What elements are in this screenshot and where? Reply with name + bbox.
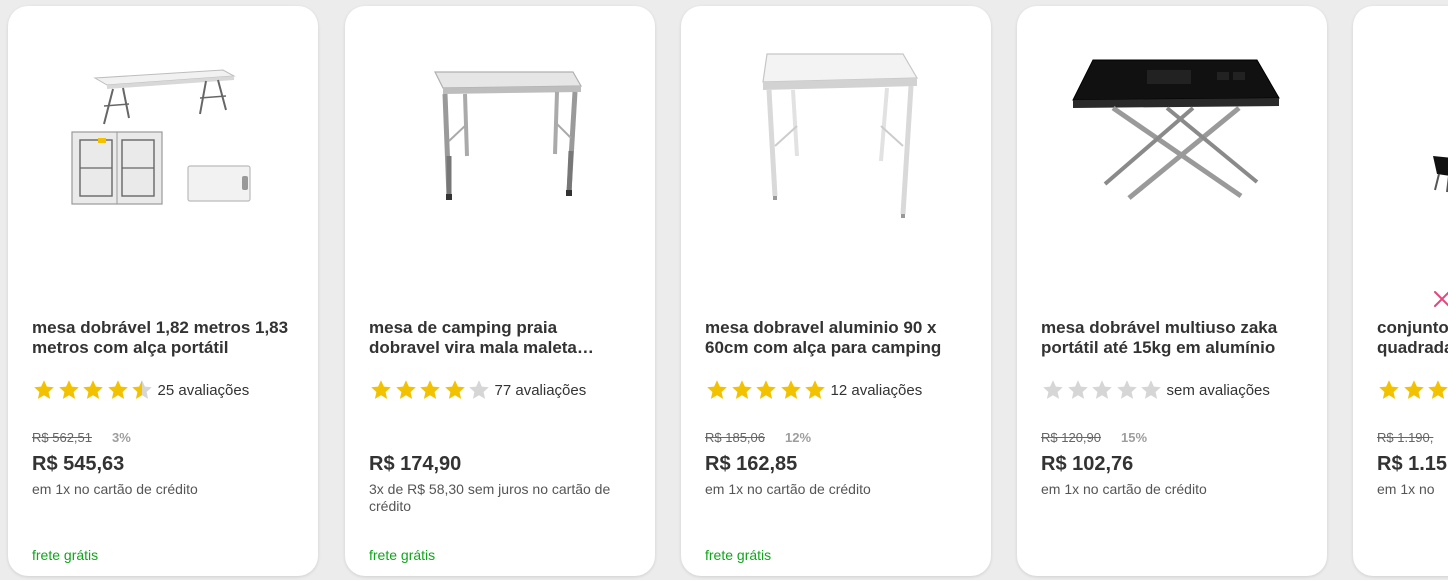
star-filled-icon	[83, 380, 103, 399]
star-rating	[1041, 378, 1164, 402]
free-shipping-label: frete grátis	[32, 547, 99, 563]
star-filled-icon	[756, 380, 776, 399]
star-empty-icon	[1067, 380, 1088, 399]
product-rating: 77 avaliações	[369, 378, 586, 402]
review-count: 12 avaliações	[830, 381, 923, 399]
folding-set-image[interactable]	[1353, 6, 1448, 306]
price: R$ 545,63	[32, 453, 125, 475]
old-price: R$ 1.190,	[1377, 430, 1434, 445]
product-card[interactable]: mesa de camping praia dobravel vira mala…	[345, 6, 655, 576]
discount-badge: 3%	[112, 430, 131, 445]
star-rating	[705, 378, 828, 402]
installment-info: em 1x no cartão de crédito	[1041, 481, 1207, 497]
installment-info: em 1x no cartão de crédito	[705, 481, 871, 497]
star-filled-icon	[780, 380, 801, 399]
star-filled-icon	[395, 380, 416, 399]
old-price: R$ 185,06	[705, 430, 765, 445]
product-card[interactable]: conjunto mesa dobrável quadrada R$ 1.190…	[1353, 6, 1448, 576]
discount-badge: 15%	[1121, 430, 1148, 445]
star-filled-icon	[1403, 380, 1424, 399]
star-filled-icon	[805, 380, 825, 399]
discount-badge: 12%	[785, 430, 812, 445]
star-empty-icon	[1116, 380, 1137, 399]
product-title[interactable]: mesa dobrável multiuso zaka portátil até…	[1041, 318, 1303, 358]
star-empty-icon	[1043, 380, 1063, 399]
installment-info: 3x de R$ 58,30 sem juros no cartão de cr…	[369, 481, 611, 514]
product-carousel: mesa dobrável 1,82 metros 1,83 metros co…	[0, 0, 1448, 580]
star-filled-icon	[107, 380, 128, 399]
star-rating	[1377, 378, 1448, 402]
star-filled-icon	[1428, 380, 1448, 399]
star-filled-icon	[420, 380, 440, 399]
star-filled-icon	[371, 380, 391, 399]
old-price: R$ 562,51	[32, 430, 92, 445]
product-title[interactable]: mesa dobravel aluminio 90 x 60cm com alç…	[705, 318, 967, 358]
free-shipping-label: frete grátis	[705, 547, 772, 563]
star-half-icon	[132, 380, 152, 399]
old-price: R$ 120,90	[1041, 430, 1101, 445]
product-rating: 12 avaliações	[705, 378, 922, 402]
aluminum-table-image[interactable]	[681, 6, 991, 306]
star-empty-icon	[469, 380, 489, 399]
star-empty-icon	[1092, 380, 1112, 399]
star-rating	[369, 378, 492, 402]
free-shipping-label: frete grátis	[369, 547, 436, 563]
star-empty-icon	[1141, 380, 1161, 399]
star-filled-icon	[731, 380, 752, 399]
product-card[interactable]: mesa dobravel aluminio 90 x 60cm com alç…	[681, 6, 991, 576]
camping-table-image[interactable]	[345, 6, 655, 306]
review-count: 77 avaliações	[494, 381, 587, 399]
product-card[interactable]: mesa dobrável 1,82 metros 1,83 metros co…	[8, 6, 318, 576]
review-count: 25 avaliações	[157, 381, 250, 399]
favorite-heart-icon[interactable]	[1431, 288, 1448, 310]
product-rating	[1377, 378, 1448, 402]
star-filled-icon	[34, 380, 54, 399]
star-rating	[32, 378, 155, 402]
installment-info: em 1x no	[1377, 481, 1435, 497]
product-title[interactable]: conjunto mesa dobrável quadrada	[1377, 318, 1448, 358]
product-rating: sem avaliações	[1041, 378, 1270, 402]
price: R$ 174,90	[369, 453, 462, 475]
price: R$ 1.15	[1377, 453, 1448, 475]
star-filled-icon	[707, 380, 727, 399]
folding-table-white-image[interactable]	[8, 6, 318, 306]
product-card[interactable]: mesa dobrável multiuso zaka portátil até…	[1017, 6, 1327, 576]
star-filled-icon	[58, 380, 79, 399]
product-rating: 25 avaliações	[32, 378, 249, 402]
star-filled-icon	[1379, 380, 1399, 399]
price: R$ 162,85	[705, 453, 798, 475]
price: R$ 102,76	[1041, 453, 1134, 475]
star-filled-icon	[444, 380, 465, 399]
review-count: sem avaliações	[1166, 381, 1270, 399]
black-x-table-image[interactable]	[1017, 6, 1327, 306]
installment-info: em 1x no cartão de crédito	[32, 481, 198, 497]
product-title[interactable]: mesa de camping praia dobravel vira mala…	[369, 318, 631, 358]
product-title[interactable]: mesa dobrável 1,82 metros 1,83 metros co…	[32, 318, 294, 358]
